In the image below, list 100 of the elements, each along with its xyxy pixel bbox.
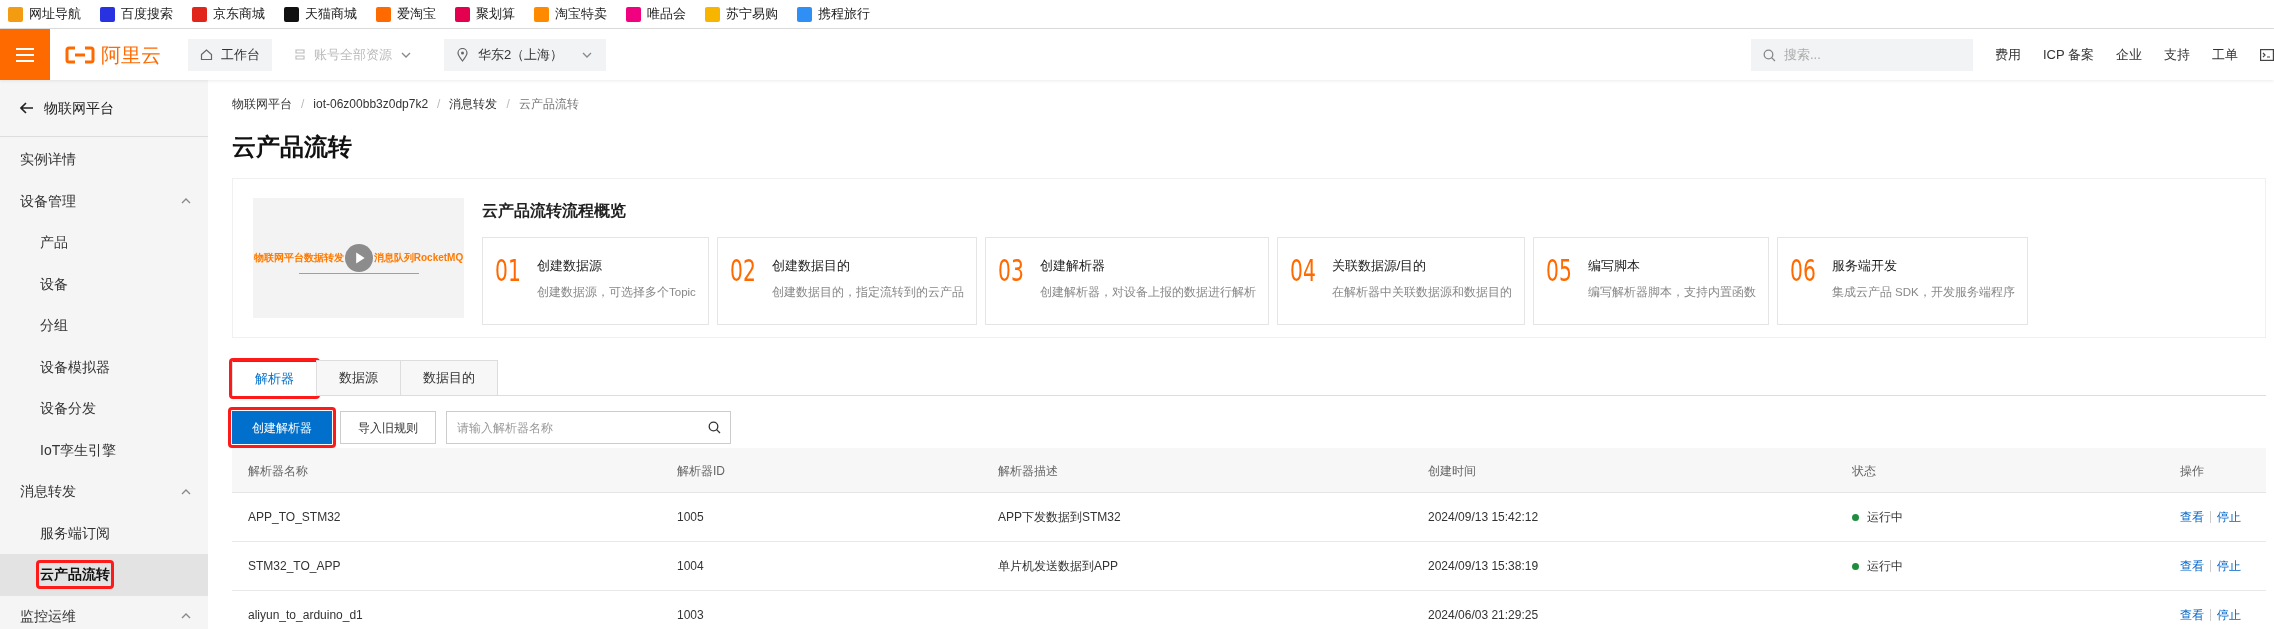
sidebar-item[interactable]: 分组 [0, 305, 208, 347]
search-field[interactable]: 搜索... [1750, 38, 1973, 71]
sidebar-item[interactable]: 设备模拟器 [0, 346, 208, 388]
step-number: 02 [729, 256, 753, 286]
region-dropdown[interactable]: 华东2（上海） [444, 38, 607, 71]
video-caption: 物联网平台数据转发 [253, 251, 344, 265]
table-cell: APP下发数据到STM32 [998, 510, 1121, 524]
sidebar-item[interactable]: IoT孪生引擎 [0, 429, 208, 471]
tab[interactable]: 解析器 [232, 360, 317, 396]
overview-title: 云产品流转流程概览 [482, 201, 627, 221]
page-title: 云产品流转 [232, 132, 353, 162]
play-icon [344, 243, 373, 272]
step-description: 在解析器中关联数据源和数据目的 [1331, 284, 1512, 300]
column-header: 解析器名称 [248, 464, 308, 478]
workbench-button[interactable]: 工作台 [188, 38, 272, 71]
home-icon [200, 48, 213, 61]
breadcrumb-link[interactable]: 消息转发 [449, 95, 498, 113]
tab[interactable]: 数据源 [316, 360, 401, 396]
terminal-icon [2260, 48, 2274, 61]
nav-link[interactable]: 工单 [2212, 44, 2238, 65]
status-text: 运行中 [1867, 509, 1903, 526]
sidebar-item[interactable]: 设备分发 [0, 388, 208, 430]
action-link[interactable]: 查看 [2180, 557, 2204, 575]
action-link[interactable]: 查看 [2180, 606, 2204, 624]
bookmark-link[interactable]: 爱淘宝 [376, 4, 436, 24]
column-header: 操作 [2180, 464, 2204, 478]
bookmark-link[interactable]: 京东商城 [192, 4, 265, 24]
bookmark-link[interactable]: 苏宁易购 [705, 4, 778, 24]
step-description: 创建数据源，可选择多个Topic [537, 284, 696, 300]
sidebar-item[interactable]: 产品 [0, 222, 208, 264]
table-cell: aliyun_to_arduino_d1 [248, 608, 363, 622]
bookmark-link[interactable]: 百度搜索 [100, 4, 173, 24]
action-link[interactable]: 停止 [2217, 606, 2241, 624]
table-cell: 2024/09/13 15:42:12 [1428, 510, 1539, 524]
nav-link[interactable]: 费用 [1994, 44, 2021, 65]
breadcrumb-link[interactable]: 云产品流转 [518, 95, 579, 113]
step-number: 06 [1789, 256, 1813, 286]
step-title: 关联数据源/目的 [1331, 257, 1428, 275]
step-description: 创建解析器，对设备上报的数据进行解析 [1039, 284, 1256, 300]
step-title: 编写脚本 [1587, 257, 1641, 275]
column-header: 状态 [1852, 464, 1876, 478]
sidebar-group[interactable]: 监控运维 [0, 595, 208, 629]
step-title: 创建数据目的 [771, 257, 851, 275]
table-cell: 单片机发送数据到APP [998, 559, 1118, 573]
nav-link[interactable]: 支持 [2164, 44, 2190, 65]
video-caption: 消息队列RocketMQ [373, 251, 464, 265]
bookmark-link[interactable]: 唯品会 [626, 4, 686, 24]
bookmark-link[interactable]: 网址导航 [8, 4, 81, 24]
logo-mark-icon [65, 45, 95, 64]
column-header: 解析器ID [677, 464, 725, 478]
bookmark-link[interactable]: 淘宝特卖 [534, 4, 607, 24]
search-icon [1762, 48, 1776, 62]
import-button[interactable]: 导入旧规则 [340, 411, 436, 444]
breadcrumb-separator: / [437, 96, 441, 113]
table-cell: 1004 [677, 559, 704, 573]
stack-icon [294, 48, 306, 61]
table-cell: 1003 [677, 608, 704, 622]
step-title: 创建数据源 [537, 257, 603, 275]
status-text: 运行中 [1867, 558, 1903, 575]
sidebar-item[interactable]: 云产品流转 [0, 554, 208, 596]
step-number: 04 [1289, 256, 1313, 286]
back-arrow-icon [20, 102, 34, 114]
breadcrumb-separator: / [506, 96, 510, 113]
step-number: 05 [1545, 256, 1569, 286]
bookmark-link[interactable]: 天猫商城 [284, 4, 357, 24]
sidebar-group[interactable]: 消息转发 [0, 471, 208, 513]
step-description: 集成云产品 SDK，开发服务端程序 [1831, 284, 2015, 300]
step-title: 创建解析器 [1039, 257, 1106, 275]
column-header: 创建时间 [1428, 464, 1476, 478]
action-link[interactable]: 停止 [2217, 557, 2241, 575]
breadcrumb-link[interactable]: 物联网平台 [232, 95, 292, 113]
table-cell: 1005 [677, 510, 704, 524]
bookmark-link[interactable]: 携程旅行 [797, 4, 870, 24]
step-description: 编写解析器脚本，支持内置函数 [1587, 284, 1756, 300]
breadcrumb-separator: / [301, 96, 305, 113]
parser-search-field[interactable]: 请输入解析器名称 [446, 411, 731, 444]
step-number: 01 [495, 256, 518, 286]
sidebar-item[interactable]: 实例详情 [0, 139, 208, 181]
sidebar-item[interactable]: 服务端订阅 [0, 512, 208, 554]
step-title: 服务端开发 [1831, 257, 1898, 275]
bookmark-link[interactable]: 聚划算 [455, 4, 515, 24]
table-cell: 2024/06/03 21:29:25 [1428, 608, 1539, 622]
back-link[interactable]: 物联网平台 [0, 80, 208, 137]
action-link[interactable]: 停止 [2217, 508, 2241, 526]
nav-link[interactable]: 企业 [2116, 44, 2142, 65]
table-cell: STM32_TO_APP [248, 559, 341, 573]
sidebar-group[interactable]: 设备管理 [0, 180, 208, 222]
sidebar-item[interactable]: 设备 [0, 263, 208, 305]
action-link[interactable]: 查看 [2180, 508, 2204, 526]
nav-link[interactable]: ICP 备案 [2042, 44, 2094, 65]
breadcrumb-link[interactable]: iot-06z00bb3z0dp7k2 [313, 95, 429, 113]
location-pin-icon [457, 47, 468, 62]
tab[interactable]: 数据目的 [400, 360, 498, 396]
step-description: 创建数据目的，指定流转到的云产品 [771, 284, 964, 300]
table-cell: 2024/09/13 15:38:19 [1428, 559, 1539, 573]
column-header: 解析器描述 [998, 464, 1058, 478]
menu-button[interactable] [0, 29, 50, 80]
table-cell: APP_TO_STM32 [248, 510, 341, 524]
search-icon [708, 421, 721, 434]
step-number: 03 [997, 256, 1021, 286]
